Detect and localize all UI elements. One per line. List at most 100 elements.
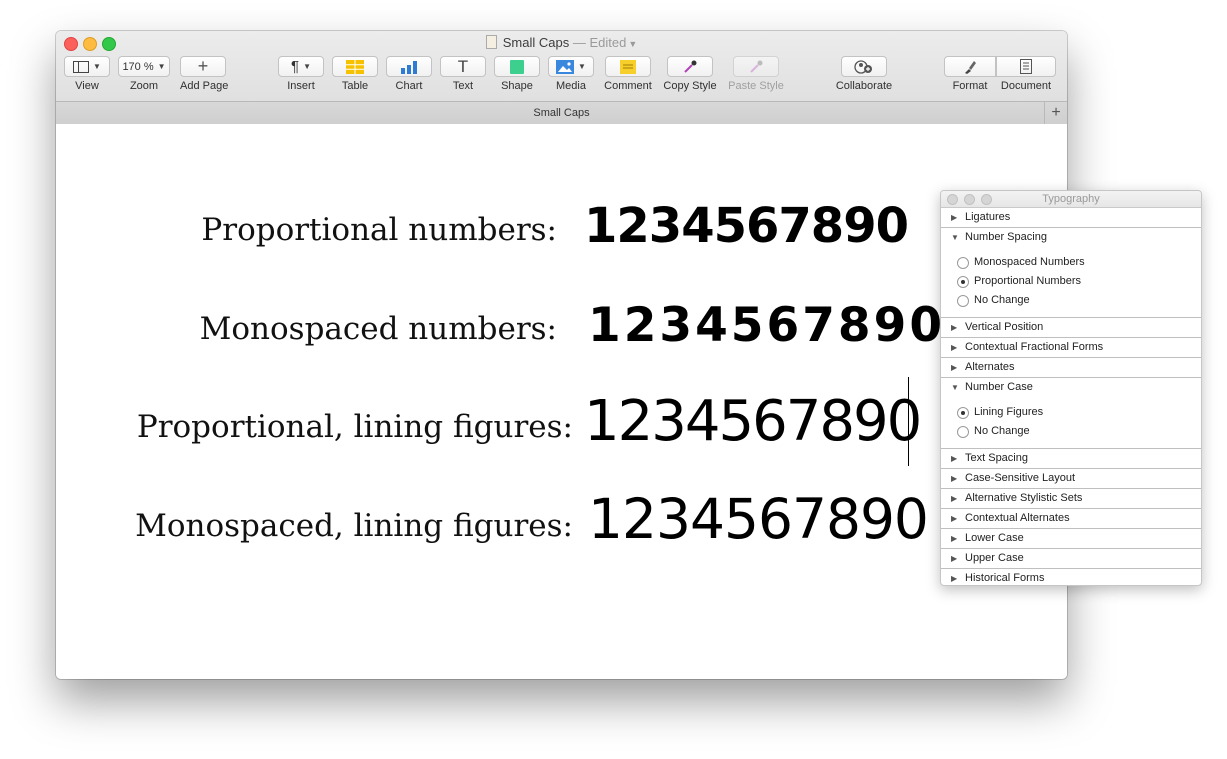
disclosure-right-icon: ▶ xyxy=(951,494,958,503)
sidebar-view-icon xyxy=(73,60,90,73)
radio-button[interactable] xyxy=(957,294,969,307)
disclosure-right-icon: ▶ xyxy=(951,454,958,463)
eyedropper-icon xyxy=(750,60,763,73)
document-button[interactable] xyxy=(996,56,1056,77)
disclosure-right-icon: ▶ xyxy=(951,323,958,332)
disclosure-right-icon: ▶ xyxy=(951,554,958,563)
section-case-sensitive-layout[interactable]: ▶ Case-Sensitive Layout xyxy=(941,469,1201,489)
close-button[interactable] xyxy=(947,194,958,205)
section-label: Alternative Stylistic Sets xyxy=(965,492,1083,504)
table-tool[interactable]: Table xyxy=(332,56,378,92)
section-historical-forms[interactable]: ▶ Historical Forms xyxy=(941,569,1201,585)
view-tool[interactable]: ▼ View xyxy=(64,56,110,92)
row-label: Proportional numbers: xyxy=(201,212,557,248)
radio-button[interactable] xyxy=(957,425,969,438)
zoom-button[interactable] xyxy=(981,194,992,205)
chevron-down-icon: ▼ xyxy=(628,39,638,49)
shape-tool[interactable]: Shape xyxy=(494,56,540,92)
disclosure-down-icon: ▼ xyxy=(951,383,959,392)
zoom-tool[interactable]: 170 % ▼ Zoom xyxy=(118,56,170,92)
shape-button[interactable] xyxy=(494,56,540,77)
media-tool[interactable]: ▼ Media xyxy=(548,56,594,92)
add-page-button[interactable]: + xyxy=(180,56,226,77)
section-text-spacing[interactable]: ▶ Text Spacing xyxy=(941,449,1201,469)
section-lower-case[interactable]: ▶ Lower Case xyxy=(941,529,1201,549)
section-number-spacing[interactable]: ▼ Number Spacing xyxy=(941,228,1201,247)
option-lining-figures[interactable]: Lining Figures xyxy=(957,403,1201,422)
document-canvas[interactable]: Proportional numbers: 1234567890 Monospa… xyxy=(56,124,1067,679)
text-label: Text xyxy=(452,80,474,92)
format-tool[interactable]: Format xyxy=(944,56,996,92)
collaborate-icon xyxy=(854,59,872,74)
section-upper-case[interactable]: ▶ Upper Case xyxy=(941,549,1201,569)
plus-icon: + xyxy=(197,56,209,76)
disclosure-right-icon: ▶ xyxy=(951,574,958,583)
text-caret xyxy=(908,377,909,466)
section-contextual-alternates[interactable]: ▶ Contextual Alternates xyxy=(941,509,1201,529)
minimize-button[interactable] xyxy=(964,194,975,205)
chevron-down-icon: ▼ xyxy=(303,62,311,71)
radio-button[interactable] xyxy=(957,256,969,269)
tab-small-caps[interactable]: Small Caps xyxy=(533,107,589,119)
section-vertical-position[interactable]: ▶ Vertical Position xyxy=(941,318,1201,338)
insert-tool[interactable]: ¶ ▼ Insert xyxy=(278,56,324,92)
radio-button-selected[interactable] xyxy=(957,275,969,288)
zoom-label: Zoom xyxy=(129,80,159,92)
zoom-select[interactable]: 170 % ▼ xyxy=(118,56,170,77)
option-proportional-numbers[interactable]: Proportional Numbers xyxy=(957,272,1201,291)
media-button[interactable]: ▼ xyxy=(548,56,594,77)
typography-panel-titlebar[interactable]: Typography xyxy=(941,191,1201,208)
window-title[interactable]: Small Caps — Edited ▼ xyxy=(56,35,1067,52)
row-label: Proportional, lining figures: xyxy=(136,409,573,445)
copy-style-button[interactable] xyxy=(667,56,713,77)
paste-style-tool: Paste Style xyxy=(726,56,786,92)
chart-label: Chart xyxy=(395,80,423,92)
option-no-change[interactable]: No Change xyxy=(957,422,1201,441)
option-no-change[interactable]: No Change xyxy=(957,291,1201,310)
add-page-tool[interactable]: + Add Page xyxy=(180,56,228,92)
section-number-case[interactable]: ▼ Number Case xyxy=(941,378,1201,397)
table-label: Table xyxy=(341,80,369,92)
new-tab-button[interactable]: + xyxy=(1044,102,1067,124)
media-icon xyxy=(556,59,575,74)
option-monospaced-numbers[interactable]: Monospaced Numbers xyxy=(957,253,1201,272)
paste-style-label: Paste Style xyxy=(728,80,784,92)
section-alternative-stylistic-sets[interactable]: ▶ Alternative Stylistic Sets xyxy=(941,489,1201,509)
media-label: Media xyxy=(556,80,586,92)
row-numbers: 1234567890 xyxy=(584,389,922,454)
comment-button[interactable] xyxy=(605,56,651,77)
table-button[interactable] xyxy=(332,56,378,77)
section-ligatures[interactable]: ▶ Ligatures xyxy=(941,208,1201,228)
row-numbers: 1234567890 xyxy=(584,198,909,254)
section-label: Vertical Position xyxy=(965,321,1044,333)
insert-label: Insert xyxy=(287,80,315,92)
collaborate-button[interactable] xyxy=(841,56,887,77)
document-tool[interactable]: Document xyxy=(996,56,1056,92)
shape-label: Shape xyxy=(501,80,533,92)
paragraph-icon: ¶ xyxy=(291,58,300,75)
chart-button[interactable] xyxy=(386,56,432,77)
collaborate-label: Collaborate xyxy=(835,80,893,92)
disclosure-right-icon: ▶ xyxy=(951,474,958,483)
titlebar: Small Caps — Edited ▼ ▼ View 170 % ▼ Zoom … xyxy=(56,31,1067,125)
section-alternates[interactable]: ▶ Alternates xyxy=(941,358,1201,378)
disclosure-right-icon: ▶ xyxy=(951,363,958,372)
text-button[interactable]: T xyxy=(440,56,486,77)
paste-style-button xyxy=(733,56,779,77)
number-case-options: Lining Figures No Change xyxy=(941,397,1201,449)
comment-tool[interactable]: Comment xyxy=(603,56,653,92)
section-label: Upper Case xyxy=(965,552,1024,564)
section-contextual-fractional-forms[interactable]: ▶ Contextual Fractional Forms xyxy=(941,338,1201,358)
document-label: Document xyxy=(1000,80,1052,92)
insert-button[interactable]: ¶ ▼ xyxy=(278,56,324,77)
format-button[interactable] xyxy=(944,56,996,77)
edited-status: — Edited xyxy=(572,35,627,50)
chart-tool[interactable]: Chart xyxy=(386,56,432,92)
collaborate-tool[interactable]: Collaborate xyxy=(834,56,894,92)
text-tool[interactable]: T Text xyxy=(440,56,486,92)
view-button[interactable]: ▼ xyxy=(64,56,110,77)
shape-icon xyxy=(510,59,524,74)
radio-button-selected[interactable] xyxy=(957,406,969,419)
section-label: Contextual Fractional Forms xyxy=(965,341,1104,353)
copy-style-tool[interactable]: Copy Style xyxy=(660,56,720,92)
